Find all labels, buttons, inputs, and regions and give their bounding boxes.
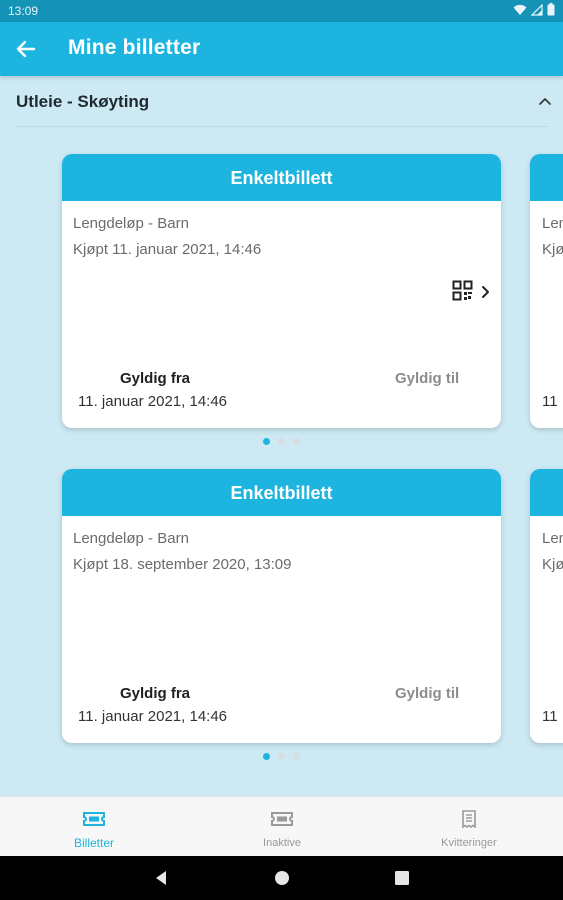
valid-from-value: 11 (542, 393, 558, 410)
inactive-ticket-icon (271, 812, 293, 826)
system-home-button[interactable] (272, 868, 292, 888)
ticket-card[interactable]: Enkeltbillett Lengdeløp - Barn Kjøpt 18.… (62, 469, 501, 743)
carousel-indicator (263, 438, 300, 445)
ticket-header (530, 469, 563, 516)
page-dot (293, 438, 300, 445)
page-dot (263, 753, 270, 760)
next-ticket-card[interactable]: Len Kjø 11 (530, 469, 563, 743)
tab-inactive[interactable]: Inaktive (188, 797, 376, 857)
square-recents-icon (395, 871, 409, 885)
ticket-purchased: Kjøpt 11. januar 2021, 14:46 (73, 241, 262, 258)
valid-to-label: Gyldig til (395, 685, 460, 702)
ticket-icon (83, 812, 105, 826)
ticket-product: Lengdeløp - Barn (73, 530, 189, 547)
page-dot (293, 753, 300, 760)
page-title: Mine billetter (68, 36, 201, 59)
wifi-icon (513, 4, 527, 19)
circle-home-icon (275, 871, 289, 885)
status-time: 13:09 (8, 4, 39, 18)
carousel-indicator (263, 753, 300, 760)
ticket-purchased: Kjøpt 18. september 2020, 13:09 (73, 556, 292, 573)
page-dot (278, 438, 285, 445)
valid-from-value: 11. januar 2021, 14:46 (78, 393, 228, 410)
chevron-right-icon (482, 286, 489, 298)
valid-to-label: Gyldig til (395, 370, 460, 387)
bottom-nav: Billetter Inaktive Kvitteringer (0, 796, 563, 856)
qr-code-icon (452, 280, 473, 301)
ticket-product: Len (542, 530, 563, 547)
valid-from-label: Gyldig fra (120, 370, 191, 387)
section-title: Utleie - Skøyting (16, 92, 150, 111)
ticket-purchased: Kjø (542, 241, 563, 258)
chevron-up-icon (539, 98, 551, 105)
ticket-type: Enkeltbillett (62, 469, 501, 516)
system-nav-bar (0, 856, 563, 900)
show-qr-button[interactable] (452, 280, 492, 304)
system-recents-button[interactable] (392, 868, 412, 888)
valid-from-value: 11. januar 2021, 14:46 (78, 708, 228, 725)
ticket-header (530, 154, 563, 201)
battery-icon (547, 3, 555, 19)
page-dot (278, 753, 285, 760)
next-ticket-card[interactable]: Len Kjø 11 (530, 154, 563, 428)
status-bar: 13:09 (0, 0, 563, 22)
app-bar: Mine billetter (0, 22, 563, 76)
receipt-icon (462, 810, 476, 828)
tab-label: Kvitteringer (441, 837, 497, 849)
triangle-back-icon (156, 871, 166, 885)
back-button[interactable] (10, 34, 42, 64)
signal-icon (530, 3, 543, 19)
tab-label: Inaktive (263, 837, 301, 849)
tab-receipts[interactable]: Kvitteringer (375, 797, 563, 857)
collapse-button[interactable] (534, 90, 556, 112)
ticket-product: Lengdeløp - Barn (73, 215, 189, 232)
page-dot (263, 438, 270, 445)
ticket-card[interactable]: Enkeltbillett Lengdeløp - Barn Kjøpt 11.… (62, 154, 501, 428)
status-icons (513, 3, 555, 19)
valid-from-label: Gyldig fra (120, 685, 191, 702)
tab-label: Billetter (73, 836, 114, 850)
ticket-purchased: Kjø (542, 556, 563, 573)
system-back-button[interactable] (151, 868, 171, 888)
valid-from-value: 11 (542, 708, 558, 725)
ticket-product: Len (542, 215, 563, 232)
section-divider (16, 126, 548, 127)
section-header-skating[interactable]: Utleie - Skøyting (0, 78, 563, 126)
tab-tickets[interactable]: Billetter (0, 797, 188, 857)
ticket-type: Enkeltbillett (62, 154, 501, 201)
arrow-left-icon (16, 40, 36, 58)
